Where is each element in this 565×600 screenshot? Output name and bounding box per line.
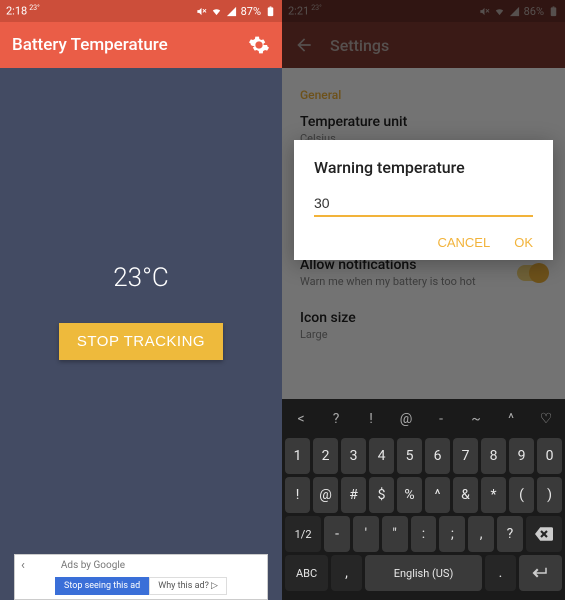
keyboard-row-3: 1/2 - ' " : ; , ? [285,516,562,552]
key-page[interactable]: 1/2 [285,516,321,552]
key[interactable]: ) [537,477,562,513]
key-0[interactable]: 0 [537,438,562,474]
settings-gear-icon[interactable] [248,34,270,56]
key[interactable]: , [468,516,494,552]
backspace-icon [535,527,553,541]
key-7[interactable]: 7 [453,438,478,474]
key[interactable]: ~ [460,403,492,435]
keyboard-row-1: 1 2 3 4 5 6 7 8 9 0 [285,438,562,474]
key[interactable]: ^ [495,403,527,435]
key[interactable]: & [453,477,478,513]
battery-pct: 87% [241,5,261,18]
key[interactable]: : [411,516,437,552]
key[interactable]: ( [509,477,534,513]
status-temp-small: 23° [29,4,39,12]
key[interactable]: $ [369,477,394,513]
key-space[interactable]: English (US) [365,555,482,591]
ad-back-icon[interactable]: ‹ [21,558,25,573]
key-5[interactable]: 5 [397,438,422,474]
key[interactable]: * [481,477,506,513]
enter-icon [531,566,549,580]
key[interactable]: < [285,403,317,435]
keyboard-suggestion-row: < ? ! @ - ~ ^ ♡ [285,403,562,435]
key-1[interactable]: 1 [285,438,310,474]
key[interactable]: ! [355,403,387,435]
key[interactable]: ! [285,477,310,513]
key[interactable]: # [341,477,366,513]
keyboard[interactable]: < ? ! @ - ~ ^ ♡ 1 2 3 4 5 6 7 8 9 0 [282,399,565,600]
key-9[interactable]: 9 [509,438,534,474]
main-content: 23°C STOP TRACKING [0,68,282,554]
key-dot[interactable]: . [485,555,516,591]
dialog-title: Warning temperature [314,158,533,177]
key[interactable]: ^ [425,477,450,513]
key-6[interactable]: 6 [425,438,450,474]
status-time: 2:18 [6,5,27,18]
app-bar: Battery Temperature [0,22,282,68]
status-bar: 2:1823° 87% [0,0,282,22]
key-abc[interactable]: ABC [285,555,328,591]
key[interactable]: @ [313,477,338,513]
key[interactable]: @ [390,403,422,435]
key[interactable]: - [324,516,350,552]
ad-why-button[interactable]: Why this ad? ▷ [149,577,227,595]
status-icons: 87% [196,5,276,18]
ad-stop-button[interactable]: Stop seeing this ad [55,577,149,595]
ok-button[interactable]: OK [514,235,533,250]
key-backspace[interactable] [526,516,562,552]
key[interactable]: " [382,516,408,552]
temperature-display: 23°C [113,263,169,293]
app-title: Battery Temperature [12,35,168,55]
stop-tracking-button[interactable]: STOP TRACKING [59,323,223,360]
key[interactable]: ; [439,516,465,552]
ad-header: Ads by Google [61,560,125,571]
mute-icon [196,6,207,17]
cancel-button[interactable]: CANCEL [437,235,490,250]
main-screen: 2:1823° 87% Battery Temperature 23°C STO… [0,0,282,600]
key[interactable]: ♡ [530,403,562,435]
key[interactable]: % [397,477,422,513]
key[interactable]: ? [320,403,352,435]
key-8[interactable]: 8 [481,438,506,474]
key[interactable]: ? [497,516,523,552]
warning-temp-dialog: Warning temperature CANCEL OK [294,140,553,260]
wifi-icon [211,6,222,17]
key[interactable]: - [425,403,457,435]
key[interactable]: ' [353,516,379,552]
keyboard-row-4: ABC , English (US) . [285,555,562,591]
key-enter[interactable] [519,555,562,591]
warning-temp-input[interactable] [314,191,533,217]
key-3[interactable]: 3 [341,438,366,474]
key-4[interactable]: 4 [369,438,394,474]
key-2[interactable]: 2 [313,438,338,474]
keyboard-row-2: ! @ # $ % ^ & * ( ) [285,477,562,513]
signal-icon [226,6,237,17]
settings-screen: 2:2123° 86% Settings General Temperature… [282,0,565,600]
key-comma[interactable]: , [331,555,362,591]
battery-icon [265,6,276,17]
ad-banner[interactable]: ‹ Ads by Google Stop seeing this ad Why … [14,554,268,600]
